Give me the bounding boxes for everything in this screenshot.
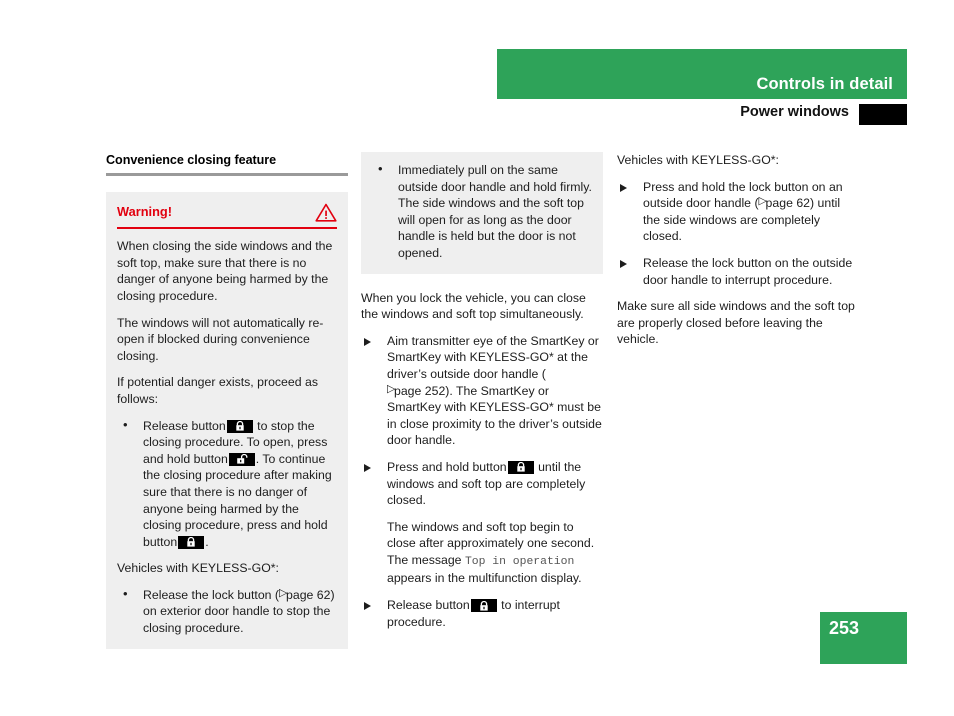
step-text-part-1: Aim transmitter eye of the SmartKey or S…	[387, 333, 599, 381]
list-item: Release button to interrupt procedure.	[361, 597, 603, 630]
list-item: Immediately pull on the same outside doo…	[372, 161, 592, 262]
keyless-go-lead: Vehicles with KEYLESS-GO*:	[117, 561, 279, 576]
bullet-text-part-3: . To continue the closing procedure afte…	[143, 451, 332, 549]
step-text-part-1: Press and hold button	[387, 459, 507, 474]
lock-open-icon	[228, 452, 255, 466]
chapter-title: Controls in detail	[756, 75, 893, 93]
warning-box: Warning! When closing the side windows a…	[106, 191, 348, 649]
header-section-row: Power windows	[497, 104, 907, 125]
cross-reference-arrow-icon	[387, 381, 395, 398]
warning-paragraph-3: If potential danger exists, proceed as f…	[117, 375, 318, 406]
bullet-text-part-4: .	[205, 534, 209, 549]
page-number: 253	[829, 618, 860, 638]
cross-reference-label: page 62	[286, 587, 331, 602]
list-item: Press and hold button until the windows …	[361, 459, 603, 587]
lock-closed-icon	[226, 419, 253, 433]
lock-closed-icon	[178, 535, 205, 549]
middle-column: Immediately pull on the same outside doo…	[361, 152, 603, 630]
cross-reference[interactable]: page 252	[387, 381, 446, 398]
sub-text-part-2: appears in the multifunction display.	[387, 571, 582, 586]
list-item: Aim transmitter eye of the SmartKey or S…	[361, 333, 603, 449]
cross-reference[interactable]: page 62	[279, 585, 331, 602]
keyless-bullet-list: Release the lock button (page 62) on ext…	[117, 585, 337, 637]
page-number-badge: 253	[820, 612, 907, 664]
lock-closed-icon	[470, 599, 497, 613]
warning-header: Warning!	[117, 203, 337, 227]
list-item: Release the lock button (page 62) on ext…	[117, 585, 337, 637]
bullet-text-part-1: Release button	[143, 418, 226, 433]
closing-paragraph: Make sure all side windows and the soft …	[617, 299, 855, 347]
cross-reference-arrow-icon	[279, 585, 287, 602]
list-item: Release button to stop the closing proce…	[117, 417, 337, 551]
list-item: Release the lock button on the outside d…	[617, 255, 859, 288]
lock-closed-icon	[507, 460, 534, 474]
chapter-tab-marker	[859, 104, 907, 125]
lock-intro-paragraph: When you lock the vehicle, you can close…	[361, 290, 586, 322]
cross-reference-arrow-icon	[759, 193, 767, 210]
left-column: Convenience closing feature Warning! Whe…	[106, 152, 348, 649]
warning-divider	[117, 227, 337, 230]
gray-bullet-list: Immediately pull on the same outside doo…	[372, 161, 592, 262]
heading-divider	[106, 172, 348, 176]
step-sub-paragraph: The windows and soft top begin to close …	[387, 519, 603, 587]
page-title: Convenience closing feature	[106, 153, 277, 167]
keyless-go-lead: Vehicles with KEYLESS-GO*:	[617, 153, 779, 167]
warning-title: Warning!	[117, 203, 172, 219]
keyless-procedure-list: Press and hold the lock button on an out…	[617, 179, 859, 289]
procedure-step-list: Aim transmitter eye of the SmartKey or S…	[361, 333, 603, 631]
warning-paragraph-1: When closing the side windows and the so…	[117, 239, 333, 303]
warning-triangle-icon	[315, 203, 337, 227]
header-green-band: Controls in detail	[497, 49, 907, 99]
gray-note-box: Immediately pull on the same outside doo…	[361, 152, 603, 274]
right-column: Vehicles with KEYLESS-GO*: Press and hol…	[617, 152, 859, 348]
section-title: Power windows	[740, 104, 849, 120]
bullet-text-part-1: Release the lock button (	[143, 587, 280, 602]
warning-paragraph-2: The windows will not automatically re-op…	[117, 315, 324, 363]
cross-reference[interactable]: page 62	[759, 193, 810, 211]
cross-reference-label: page 252	[394, 383, 446, 398]
display-message-text: Top in operation	[464, 555, 575, 568]
list-item: Press and hold the lock button on an out…	[617, 179, 859, 245]
step-text-part-1: Release button	[387, 598, 470, 613]
warning-bullet-list: Release button to stop the closing proce…	[117, 417, 337, 551]
cross-reference-label: page 62	[765, 196, 810, 211]
